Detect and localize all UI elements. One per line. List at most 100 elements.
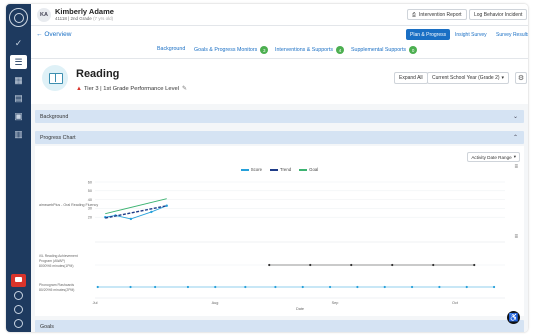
power-icon[interactable] bbox=[14, 319, 23, 328]
data-point bbox=[309, 263, 312, 267]
x-tick-label: Oct bbox=[452, 301, 459, 305]
x-axis-label: Date bbox=[296, 307, 304, 311]
tab-label: Background bbox=[157, 46, 186, 52]
data-point bbox=[492, 285, 496, 289]
student-header: KA Kimberly Adame 41118 | 2nd Grade (7 y… bbox=[31, 4, 528, 26]
tab-label: Supplemental Supports bbox=[351, 47, 407, 53]
tab-label: Goals & Progress Monitors bbox=[194, 47, 258, 53]
data-point bbox=[350, 263, 353, 267]
page-title: Reading bbox=[76, 68, 120, 80]
section-label: Background bbox=[40, 113, 69, 120]
chat-icon[interactable] bbox=[11, 274, 26, 287]
accessibility-icon[interactable]: ♿ bbox=[507, 311, 520, 324]
data-point bbox=[328, 285, 332, 289]
data-point bbox=[274, 285, 277, 289]
tab-supplemental[interactable]: Supplemental Supports 0 bbox=[351, 46, 418, 54]
x-tick-label: Sep bbox=[332, 301, 339, 305]
data-point bbox=[268, 263, 271, 267]
y-tick-label: 30 bbox=[88, 207, 92, 211]
chevron-up-icon: ⌃ bbox=[512, 135, 518, 141]
y-axis-label: aimswebPlus - Oral Reading Fluency bbox=[39, 203, 98, 207]
data-point bbox=[383, 285, 386, 289]
tab-plan-progress[interactable]: Plan & Progress bbox=[406, 29, 451, 40]
school-year-select[interactable]: Current School Year (Grade 2) ▾ bbox=[427, 72, 510, 84]
menu-icon[interactable]: ≡ bbox=[514, 234, 518, 240]
book-icon[interactable]: ▤ bbox=[10, 91, 27, 105]
arrow-left-icon: ← bbox=[36, 31, 43, 38]
count-badge: 4 bbox=[336, 46, 345, 54]
background-section-header[interactable]: Background ⌄ bbox=[35, 110, 524, 123]
chevron-down-icon: ▾ bbox=[501, 75, 505, 81]
check-icon[interactable]: ✓ bbox=[10, 36, 27, 50]
tab-interventions[interactable]: Interventions & Supports 4 bbox=[275, 46, 345, 54]
tab-insight-survey[interactable]: Insight Survey bbox=[451, 29, 491, 40]
data-point bbox=[129, 285, 132, 289]
data-point bbox=[150, 210, 153, 214]
tab-label: Interventions & Supports bbox=[275, 47, 334, 53]
series-line-goal bbox=[105, 198, 167, 215]
data-point bbox=[465, 285, 468, 289]
x-tick-label: Aug bbox=[212, 301, 219, 305]
intervention-report-label: Intervention Report bbox=[419, 11, 462, 18]
expand-all-button[interactable]: Expand All bbox=[394, 72, 428, 84]
app-logo-icon[interactable] bbox=[9, 8, 28, 27]
tab-background[interactable]: Background bbox=[157, 46, 185, 52]
student-meta: 41118 | 2nd Grade (7 yrs old) bbox=[55, 16, 114, 21]
data-point bbox=[391, 263, 394, 267]
series-line-trend bbox=[105, 205, 167, 219]
chart-canvas: 20 30 40 50 60 aimswebPlus - Oral Reading Flu… bbox=[39, 180, 505, 311]
data-point bbox=[129, 217, 133, 221]
tab-goals-progress[interactable]: Goals & Progress Monitors 3 bbox=[194, 46, 269, 54]
tier-label[interactable]: ▲ Tier 3 | 1st Grade Performance Level ✎ bbox=[76, 85, 187, 93]
school-icon[interactable]: ▦ bbox=[10, 73, 27, 87]
tab-survey-results[interactable]: Survey Results bbox=[492, 29, 528, 40]
data-point bbox=[356, 285, 359, 289]
settings-icon[interactable] bbox=[14, 291, 23, 300]
main-content: Reading ▲ Tier 3 | 1st Grade Performance… bbox=[31, 60, 528, 332]
y-tick-label: 50 bbox=[88, 189, 92, 193]
tier-text: Tier 3 | 1st Grade Performance Level bbox=[83, 85, 180, 92]
warning-icon: ▲ bbox=[76, 85, 82, 92]
chevron-down-icon: ▾ bbox=[513, 154, 516, 159]
y-axis-label: 8000%5 minutes(1PM) bbox=[39, 264, 74, 268]
globe-icon[interactable] bbox=[14, 305, 23, 314]
subheader: ← Overview Plan & Progress Insight Surve… bbox=[31, 26, 528, 43]
document-icon[interactable]: ▣ bbox=[10, 109, 27, 123]
y-axis-label: Phonogram Flashcards bbox=[39, 283, 74, 287]
y-tick-label: 20 bbox=[88, 216, 92, 220]
log-behavior-button[interactable]: Log Behavior Incident bbox=[469, 9, 528, 20]
data-point bbox=[244, 285, 247, 289]
data-point bbox=[96, 285, 99, 289]
data-point bbox=[410, 285, 414, 289]
school-year-value: Current School Year (Grade 2) bbox=[432, 75, 500, 81]
intervention-report-button[interactable]: ⎙ Intervention Report bbox=[407, 9, 467, 20]
section-tabs: Background Goals & Progress Monitors 3 I… bbox=[31, 43, 528, 59]
student-age: (7 yrs old) bbox=[93, 16, 114, 21]
student-name: Kimberly Adame bbox=[55, 7, 114, 16]
y-axis-label: 80/20%5 minutes(2PM) bbox=[39, 288, 74, 292]
student-icon[interactable]: ☰ bbox=[10, 55, 27, 69]
data-point bbox=[214, 285, 217, 289]
section-label: Progress Chart bbox=[40, 134, 76, 141]
data-point bbox=[473, 263, 476, 267]
printer-icon: ⎙ bbox=[412, 11, 417, 18]
chart-bar-icon[interactable]: ▥ bbox=[10, 127, 27, 141]
sidebar: ✓ ☰ ▦ ▤ ▣ ▥ bbox=[6, 4, 31, 332]
overview-link[interactable]: ← Overview bbox=[36, 31, 71, 38]
gear-icon[interactable]: ⚙ bbox=[515, 72, 527, 84]
data-point bbox=[438, 285, 441, 289]
goals-section-header[interactable]: Goals bbox=[35, 320, 524, 332]
book-icon bbox=[42, 65, 68, 91]
overview-label: Overview bbox=[44, 31, 72, 38]
app-window: ✓ ☰ ▦ ▤ ▣ ▥ KA Kimberly Adame 41118 | 2n… bbox=[6, 4, 528, 332]
student-grade: 2nd Grade bbox=[70, 16, 92, 21]
x-tick-label: Jul bbox=[93, 301, 98, 305]
y-tick-label: 60 bbox=[88, 180, 92, 184]
progress-chart: Activity Date Range ▾ ≡ ≡ Score Trend Go… bbox=[35, 146, 524, 316]
progress-chart-section-header[interactable]: Progress Chart ⌃ bbox=[35, 131, 524, 144]
data-point bbox=[301, 285, 304, 289]
data-point bbox=[165, 204, 168, 207]
pencil-icon[interactable]: ✎ bbox=[182, 85, 187, 92]
avatar: KA bbox=[37, 8, 51, 22]
section-label: Goals bbox=[40, 323, 54, 330]
